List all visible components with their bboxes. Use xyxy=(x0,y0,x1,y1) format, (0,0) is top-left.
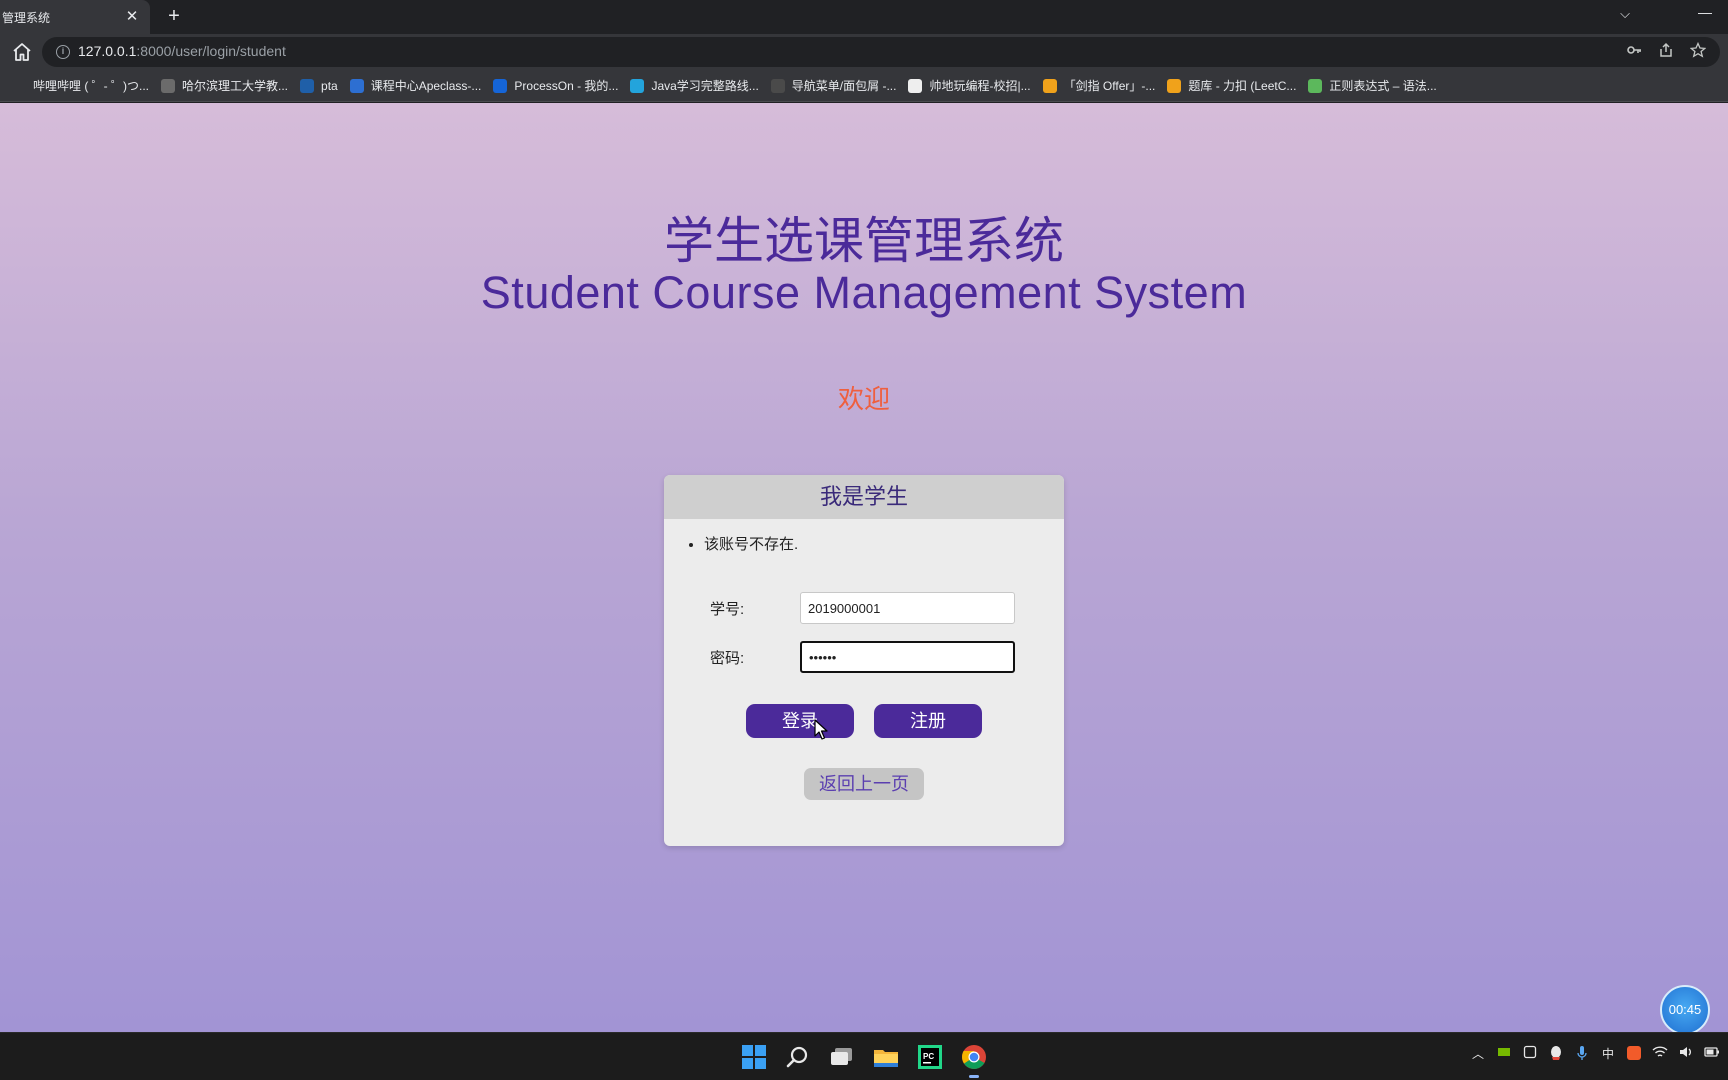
student-id-row: 学号: xyxy=(710,592,1015,624)
pta-icon xyxy=(300,78,315,93)
bookmark-item[interactable]: 课程中心Apeclass-... xyxy=(344,74,488,98)
bookmark-label: 帅地玩编程-校招|... xyxy=(929,79,1031,93)
search-icon[interactable] xyxy=(782,1041,814,1073)
ape-icon xyxy=(349,78,364,93)
register-button[interactable]: 注册 xyxy=(874,704,982,738)
browser-toolbar: i 127.0.0.1:8000/user/login/student xyxy=(0,34,1728,70)
password-input[interactable] xyxy=(800,641,1015,673)
bookmark-label: 「剑指 Offer」-... xyxy=(1063,79,1156,93)
bookmark-item[interactable]: Java学习完整路线... xyxy=(624,74,764,98)
error-message: 该账号不存在. xyxy=(704,533,798,554)
sogou-icon[interactable] xyxy=(1626,1045,1642,1063)
bilibili-tv-icon xyxy=(630,78,645,93)
login-button[interactable]: 登录 xyxy=(746,704,854,738)
omnibox-actions xyxy=(1624,41,1708,62)
close-tab-icon[interactable]: ✕ xyxy=(122,7,142,27)
url-path: :8000/user/login/student xyxy=(136,43,286,59)
bookmarks-bar: 哔哩哔哩 ( ゜- ゜)つ... 哈尔滨理工大学教... pta 课程中心Apecla… xyxy=(0,70,1728,102)
tab-search-icon[interactable]: ⌵ xyxy=(1602,0,1648,28)
bookmark-item[interactable]: 「剑指 Offer」-... xyxy=(1037,74,1162,98)
bookmark-item[interactable]: 导航菜单/面包屑 -... xyxy=(765,74,903,98)
processon-icon xyxy=(493,78,508,93)
new-tab-button[interactable]: + xyxy=(163,6,185,28)
bookmark-label: ProcessOn - 我的... xyxy=(514,79,619,93)
bookmark-item[interactable]: 帅地玩编程-校招|... xyxy=(902,74,1036,98)
task-view-icon[interactable] xyxy=(826,1041,858,1073)
url-text: 127.0.0.1:8000/user/login/student xyxy=(78,43,286,59)
bookmark-item[interactable]: 正则表达式 – 语法... xyxy=(1302,74,1442,98)
share-icon[interactable] xyxy=(1656,42,1676,62)
minimize-button[interactable]: — xyxy=(1682,0,1728,28)
address-bar[interactable]: i 127.0.0.1:8000/user/login/student xyxy=(42,37,1720,67)
bookmark-item[interactable]: pta xyxy=(294,74,344,98)
page-content: 学生选课管理系统 Student Course Management Syste… xyxy=(0,103,1728,1032)
password-label: 密码: xyxy=(710,649,745,667)
home-icon[interactable] xyxy=(10,40,34,64)
key-icon[interactable] xyxy=(1624,42,1644,62)
tab-title: 管理系统 xyxy=(2,10,51,25)
bookmark-label: Java学习完整路线... xyxy=(651,79,759,93)
url-host: 127.0.0.1 xyxy=(78,43,137,59)
bookmark-label: 哔哩哔哩 ( ゜- ゜)つ... xyxy=(33,79,149,93)
bookmark-label: 哈尔滨理工大学教... xyxy=(182,79,289,93)
bookmark-label: 课程中心Apeclass-... xyxy=(370,79,482,93)
microphone-icon[interactable] xyxy=(1574,1045,1590,1063)
recording-timer[interactable]: 00:45 xyxy=(1660,985,1710,1032)
globe-icon xyxy=(161,78,175,93)
bookmark-label: 导航菜单/面包屑 -... xyxy=(791,79,897,93)
page-icon xyxy=(908,78,923,93)
chrome-icon[interactable] xyxy=(958,1041,990,1078)
student-id-input[interactable] xyxy=(800,592,1015,624)
bookmark-label: pta xyxy=(321,78,338,93)
windows-taskbar: PC ︿ 中 xyxy=(0,1032,1728,1080)
wifi-icon[interactable] xyxy=(1652,1045,1668,1063)
tray-app-icon[interactable] xyxy=(1522,1045,1538,1063)
windows-start-icon[interactable] xyxy=(738,1041,770,1073)
nvidia-icon[interactable] xyxy=(1496,1045,1512,1063)
system-tray: ︿ 中 xyxy=(1470,1045,1720,1063)
bilibili-icon xyxy=(12,78,26,93)
taskbar-apps: PC xyxy=(738,1041,990,1078)
star-icon[interactable] xyxy=(1688,41,1708,62)
browser-tabstrip: 管理系统 ✕ + ⌵ — xyxy=(0,0,1728,34)
leetcode-icon xyxy=(1167,78,1182,93)
error-list: 该账号不存在. xyxy=(686,533,798,554)
welcome-text: 欢迎 xyxy=(837,384,890,414)
student-id-label: 学号: xyxy=(710,600,745,618)
bookmark-label: 正则表达式 – 语法... xyxy=(1329,79,1437,93)
mouse-cursor-icon xyxy=(814,719,830,741)
volume-icon[interactable] xyxy=(1678,1045,1694,1063)
qq-icon[interactable] xyxy=(1548,1045,1564,1063)
password-row: 密码: xyxy=(710,641,1015,673)
browser-tab[interactable]: 管理系统 ✕ xyxy=(0,0,150,34)
svg-text:PC: PC xyxy=(923,1052,934,1061)
battery-icon[interactable] xyxy=(1704,1045,1720,1063)
page-title-en: Student Course Management System xyxy=(480,267,1248,318)
bookmark-item[interactable]: 哈尔滨理工大学教... xyxy=(155,74,294,98)
bookmark-item[interactable]: ProcessOn - 我的... xyxy=(487,74,624,98)
login-card-header: 我是学生 xyxy=(664,475,1064,519)
site-info-icon[interactable]: i xyxy=(56,45,70,59)
chevron-up-icon[interactable]: ︿ xyxy=(1470,1045,1486,1063)
login-card: 我是学生 该账号不存在. 学号: 密码: 登录 注册 返回上一页 xyxy=(664,475,1064,846)
element-icon xyxy=(770,78,785,93)
ime-indicator[interactable]: 中 xyxy=(1600,1045,1616,1063)
back-button[interactable]: 返回上一页 xyxy=(804,768,924,800)
leetcode-icon xyxy=(1042,78,1057,93)
runoob-icon xyxy=(1308,78,1323,93)
bookmark-item[interactable]: 题库 - 力扣 (LeetC... xyxy=(1161,74,1302,98)
pycharm-icon[interactable]: PC xyxy=(914,1041,946,1073)
bookmark-label: 题库 - 力扣 (LeetC... xyxy=(1188,79,1297,93)
page-title-cn: 学生选课管理系统 xyxy=(664,213,1064,269)
window-controls: ⌵ — xyxy=(1602,0,1728,34)
bookmark-item[interactable]: 哔哩哔哩 ( ゜- ゜)つ... xyxy=(6,74,155,98)
file-explorer-icon[interactable] xyxy=(870,1041,902,1073)
